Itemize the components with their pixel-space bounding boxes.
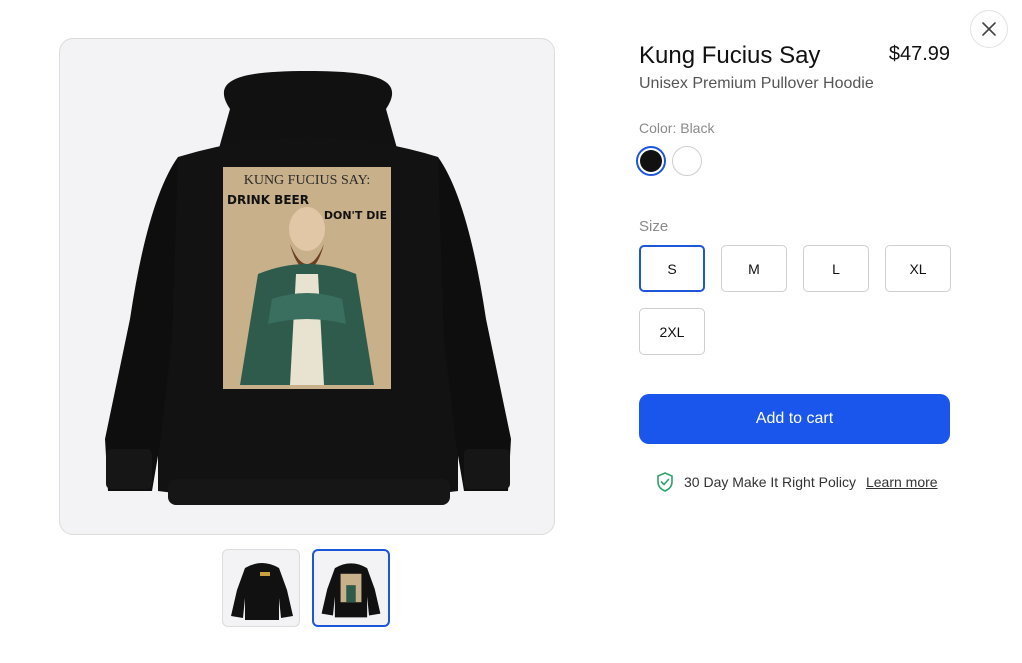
size-label: Size <box>639 218 669 235</box>
print-left-text: DRINK BEER <box>227 193 309 207</box>
hoodie-back-thumb-image <box>321 563 381 618</box>
color-swatch-white[interactable] <box>672 146 702 176</box>
size-option-l[interactable]: L <box>803 245 869 292</box>
color-swatches <box>636 146 702 176</box>
size-option-m[interactable]: M <box>721 245 787 292</box>
product-subtitle: Unisex Premium Pullover Hoodie <box>639 75 874 92</box>
close-icon <box>982 22 996 36</box>
main-product-image: KUNG FUCIUS SAY: DRINK BEER DON'T DIE <box>59 38 555 535</box>
policy-text: 30 Day Make It Right Policy <box>684 474 856 490</box>
color-swatch-black[interactable] <box>636 146 666 176</box>
thumbnail-front[interactable] <box>222 549 300 627</box>
learn-more-link[interactable]: Learn more <box>866 474 938 490</box>
size-option-xl[interactable]: XL <box>885 245 951 292</box>
color-label: Color: Black <box>639 120 715 136</box>
policy-row: 30 Day Make It Right Policy Learn more <box>656 472 938 492</box>
size-option-2xl[interactable]: 2XL <box>639 308 705 355</box>
thumbnail-strip <box>222 549 390 627</box>
print-right-text: DON'T DIE <box>324 209 387 222</box>
size-options: S M L XL 2XL <box>639 245 951 355</box>
color-dot-white <box>676 150 698 172</box>
close-button[interactable] <box>970 10 1008 48</box>
size-option-s[interactable]: S <box>639 245 705 292</box>
print-header-text: KUNG FUCIUS SAY: <box>244 173 371 188</box>
product-price: $47.99 <box>888 43 950 65</box>
shield-check-icon <box>657 472 673 492</box>
add-to-cart-button[interactable]: Add to cart <box>639 394 950 444</box>
hoodie-front-thumb-image <box>231 563 293 620</box>
hoodie-back-image: KUNG FUCIUS SAY: DRINK BEER DON'T DIE <box>105 71 511 505</box>
thumbnail-back[interactable] <box>312 549 390 627</box>
color-dot-black <box>640 150 662 172</box>
product-title: Kung Fucius Say <box>639 42 821 69</box>
